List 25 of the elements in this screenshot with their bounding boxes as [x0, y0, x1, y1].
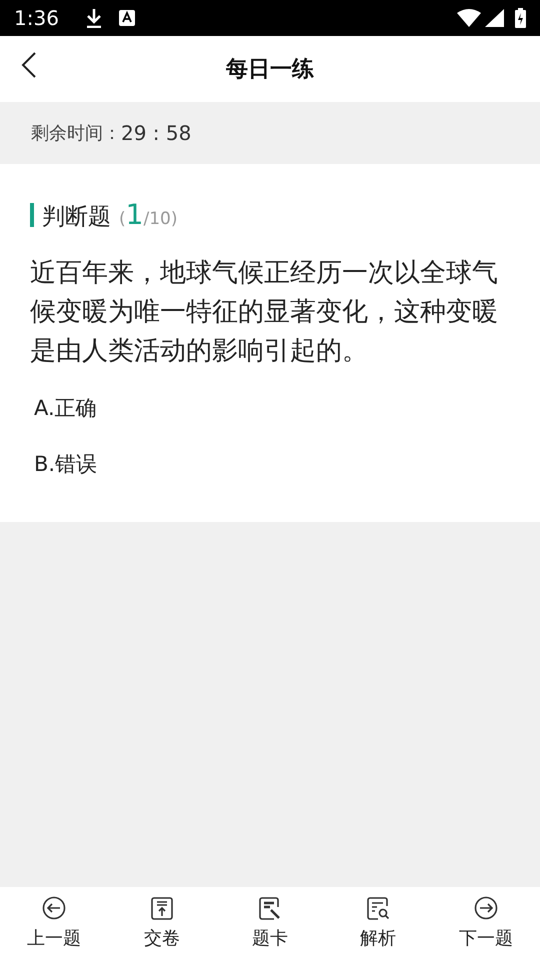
arrow-right-circle-icon	[474, 896, 498, 920]
accent-bar	[30, 203, 34, 227]
signal-icon	[485, 9, 504, 27]
question-type: 判断题	[42, 203, 111, 232]
text-app-icon	[118, 10, 135, 26]
status-time: 1:36	[14, 5, 59, 32]
nav-tab[interactable]: 交卷	[108, 887, 216, 960]
question-counter: (1/10)	[119, 197, 178, 233]
nav-tab[interactable]: 题卡	[216, 887, 324, 960]
document-search-icon	[366, 896, 390, 920]
answer-option[interactable]: B.错误	[30, 446, 102, 482]
upload-sheet-icon	[150, 896, 174, 920]
wifi-icon	[457, 9, 481, 27]
nav-tab[interactable]: 下一题	[432, 887, 540, 960]
nav-tab[interactable]: 上一题	[0, 887, 108, 960]
timer-label: 剩余时间：	[31, 122, 121, 146]
download-icon	[84, 8, 103, 28]
answer-option[interactable]: A.正确	[30, 391, 101, 426]
question-text: 近百年来，地球气候正经历一次以全球气候变暖为唯一特征的显著变化，这种变暖是由人类活动的影响引起的。	[30, 257, 499, 368]
timer-value: 29 : 58	[121, 120, 192, 147]
nav-tab[interactable]: 解析	[324, 887, 432, 960]
arrow-left-circle-icon	[42, 896, 66, 920]
page-title: 每日一练	[226, 56, 314, 84]
battery-icon	[515, 8, 526, 28]
edit-sheet-icon	[258, 896, 282, 920]
